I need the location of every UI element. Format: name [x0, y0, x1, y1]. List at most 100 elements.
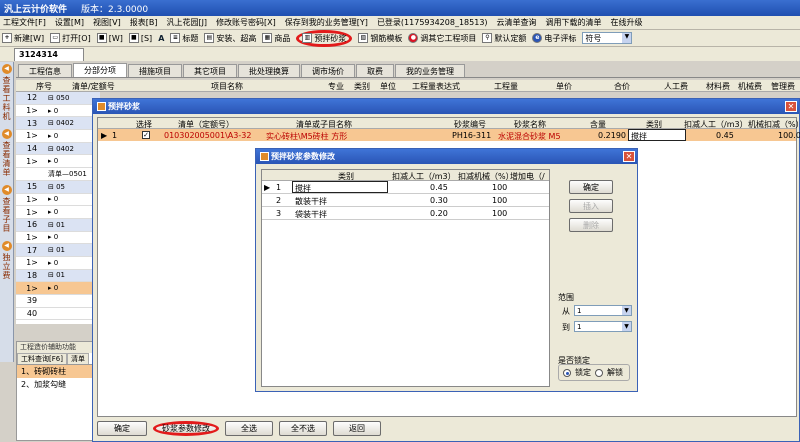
range-group: 范围 从 1 ▼ 到 1 ▼: [558, 292, 634, 348]
app-title: 汎上云计价软件: [4, 4, 68, 15]
range-to-select[interactable]: 1 ▼: [574, 321, 632, 332]
default-quota-button[interactable]: ⚲ 默认定额: [482, 33, 526, 44]
tab-my-business[interactable]: 我的业务管理: [395, 64, 465, 77]
category-cell[interactable]: 搅拌: [628, 129, 686, 141]
mortar-table-header: 选择 清单（定额号） 清单或子目名称 砂浆编号 砂浆名称 含量 类别 扣减人工（…: [98, 118, 800, 129]
unlock-radio[interactable]: [595, 368, 603, 377]
tab-batch-convert[interactable]: 批处理换算: [238, 64, 300, 77]
table-row[interactable]: 1> ▸ 0: [16, 155, 100, 169]
document-bar: [0, 47, 800, 61]
menu-save-business[interactable]: 保存到我的业务管理[Y]: [285, 17, 368, 28]
delete-button[interactable]: 删除: [569, 218, 613, 232]
table-row[interactable]: 1> ▸ 0: [16, 257, 100, 270]
col-expression: 工程量表达式: [412, 82, 460, 91]
side-tab-list[interactable]: ◀ 查看清单: [0, 129, 13, 177]
table-row[interactable]: 17 ⊟ 01: [16, 244, 100, 257]
side-tab-independent-fee[interactable]: ◀ 独立费: [0, 241, 13, 280]
menu-online-upgrade[interactable]: 在线升级: [611, 17, 643, 28]
document-tab[interactable]: 3124314: [14, 48, 84, 61]
tab-market-price[interactable]: 调市场价: [301, 64, 355, 77]
close-icon[interactable]: ✕: [785, 101, 797, 112]
ok-button[interactable]: 确定: [97, 421, 147, 436]
premix-mortar-button[interactable]: ▥ 预拌砂浆: [296, 29, 353, 47]
app-icon: [260, 152, 269, 161]
tab-fees[interactable]: 取费: [356, 64, 394, 77]
menu-file[interactable]: 工程文件[F]: [3, 17, 46, 28]
tab-project-info[interactable]: 工程信息: [18, 64, 72, 77]
tab-subitems[interactable]: 分部分项: [73, 63, 127, 77]
rebar-icon: ▧: [358, 33, 369, 43]
back-button[interactable]: 返回: [333, 421, 381, 436]
menu-cloud-query[interactable]: 云清单查询: [497, 17, 537, 28]
title-icon: ≡: [170, 33, 181, 43]
lock-radio[interactable]: [563, 368, 571, 377]
save-button[interactable]: ■ [W]: [96, 33, 123, 43]
col-quantity: 工程量: [494, 82, 518, 91]
menu-garden[interactable]: 汎上花园[J]: [166, 17, 207, 28]
table-row[interactable]: 1> ▸ 0: [16, 282, 100, 295]
open-button[interactable]: ▭ 打开[O]: [50, 33, 91, 44]
table-row[interactable]: 13 ⊟ 0402: [16, 117, 100, 131]
tab-measures[interactable]: 措施项目: [128, 64, 182, 77]
table-row[interactable]: 清单—0501: [16, 168, 100, 181]
select-checkbox[interactable]: ✓: [142, 131, 150, 139]
rebar-template-button[interactable]: ▧ 钢筋模板: [358, 33, 402, 44]
menu-view[interactable]: 视图[V]: [93, 17, 121, 28]
col-manage: 管理费: [771, 82, 795, 91]
menu-downloaded-list[interactable]: 调用下载的清单: [546, 17, 602, 28]
row-arrow-icon: ▶: [264, 183, 271, 192]
close-icon[interactable]: ✕: [623, 151, 635, 162]
table-row[interactable]: 16 ⊟ 01: [16, 218, 100, 232]
mortar-icon: ▥: [302, 33, 313, 43]
menu-change-password[interactable]: 修改账号密码[X]: [216, 17, 276, 28]
save-as-icon: ■: [128, 33, 139, 43]
concrete-button[interactable]: ▦ 商品: [262, 33, 290, 44]
tab-list[interactable]: 清单: [66, 353, 89, 364]
range-to-label: 到: [562, 323, 570, 332]
param-ok-button[interactable]: 确定: [569, 180, 613, 194]
table-row[interactable]: ▶ 1 搅拌 0.45 100: [262, 181, 549, 194]
format-a-button[interactable]: A: [158, 34, 164, 43]
table-row[interactable]: 18 ⊟ 01: [16, 269, 100, 283]
col-labor: 人工费: [664, 82, 688, 91]
table-row[interactable]: 3 袋装干拌 0.20 100: [262, 207, 549, 220]
mortar-param-edit-button[interactable]: 砂浆参数修改: [153, 421, 219, 436]
left-side-strip: ◀ 查看工料机 ◀ 查看清单 ◀ 查看子目 ◀ 独立费: [0, 62, 14, 362]
table-row[interactable]: 1> ▸ 0: [16, 194, 100, 207]
table-row[interactable]: 1> ▸ 0: [16, 130, 100, 143]
table-row[interactable]: 40: [16, 308, 100, 321]
table-row[interactable]: ▶ 1 ✓ 010302005001\A3-32 实心砖柱\M5砖柱 方形 PH…: [98, 129, 800, 141]
concrete-icon: ▦: [262, 33, 273, 43]
insert-button[interactable]: 插入: [569, 199, 613, 213]
table-row[interactable]: 2 散装干拌 0.30 100: [262, 194, 549, 207]
new-icon: +: [2, 33, 12, 43]
select-none-button[interactable]: 全不选: [279, 421, 327, 436]
select-all-button[interactable]: 全选: [225, 421, 273, 436]
aux-title: 工程造价辅助功能: [17, 342, 95, 353]
symbol-combo[interactable]: 符号 ▼: [582, 32, 633, 44]
table-row[interactable]: 1> ▸ 0: [16, 105, 100, 118]
side-tab-subitem[interactable]: ◀ 查看子目: [0, 185, 13, 233]
title-button[interactable]: ≡ 标题: [170, 33, 198, 44]
table-row[interactable]: 1> ▸ 0: [16, 232, 100, 245]
table-row[interactable]: 15 ⊟ 05: [16, 180, 100, 194]
save-as-button[interactable]: ■ [S]: [128, 33, 152, 43]
category-cell[interactable]: 搅拌: [292, 181, 388, 193]
menu-report[interactable]: 报表[B]: [130, 17, 158, 28]
list-item[interactable]: 1、砖砌砖柱: [17, 365, 95, 378]
table-row[interactable]: 12 ⊟ 050: [16, 92, 100, 105]
list-item[interactable]: 2、加浆勾缝: [17, 378, 95, 391]
menu-settings[interactable]: 设置[M]: [55, 17, 84, 28]
e-bid-button[interactable]: e 电子评标: [532, 33, 576, 44]
side-tab-materials[interactable]: ◀ 查看工料机: [0, 64, 13, 121]
table-row[interactable]: 39: [16, 295, 100, 308]
install-overheight-button[interactable]: ▤ 安装、超高: [204, 33, 256, 44]
tab-other-items[interactable]: 其它项目: [183, 64, 237, 77]
range-from-select[interactable]: 1 ▼: [574, 305, 632, 316]
col-unit: 单位: [380, 82, 396, 91]
import-project-button[interactable]: ● 调其它工程项目: [408, 33, 476, 44]
new-button[interactable]: + 新建[W]: [2, 33, 44, 44]
table-row[interactable]: 14 ⊟ 0402: [16, 142, 100, 156]
tab-material-query[interactable]: 工料查询[F6]: [17, 353, 67, 364]
table-row[interactable]: 1> ▸ 0: [16, 206, 100, 219]
